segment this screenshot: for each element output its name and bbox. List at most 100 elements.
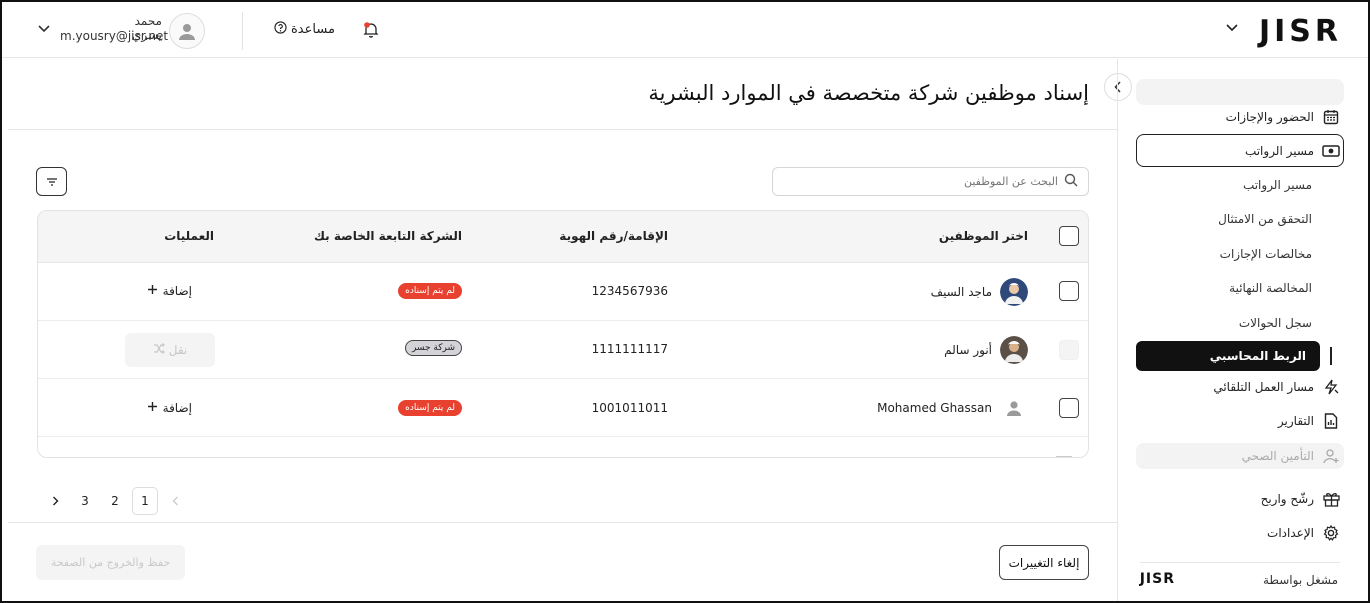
sidebar-item-automation[interactable]: مسار العمل التلقائي bbox=[1213, 371, 1340, 403]
sidebar-item-refer[interactable]: رشّح واربح bbox=[1261, 483, 1340, 515]
bell-icon[interactable] bbox=[362, 21, 380, 39]
employee-cell: Mohamed Ghassan bbox=[877, 394, 1028, 422]
sidebar: الحضور والإجازات مسير الرواتب مسير الروا… bbox=[1120, 59, 1368, 601]
employee-name: أنور سالم bbox=[944, 343, 992, 357]
employee-name: Mohamed Ghassan bbox=[877, 401, 992, 415]
page-1[interactable]: 1 bbox=[132, 487, 158, 515]
sidebar-item-payroll[interactable]: مسير الرواتب bbox=[1245, 135, 1340, 167]
employee-cell: أنور سالم bbox=[944, 336, 1028, 364]
filter-icon bbox=[46, 177, 57, 186]
add-label: إضافة bbox=[162, 401, 192, 415]
employee-id: 1111111117 bbox=[591, 342, 668, 356]
main-content: إسناد موظفين شركة متخصصة في الموارد البش… bbox=[8, 59, 1118, 601]
health-icon bbox=[1322, 447, 1340, 465]
employee-avatar-placeholder bbox=[1000, 394, 1028, 422]
row-checkbox[interactable] bbox=[1059, 398, 1079, 418]
row-checkbox-disabled bbox=[1059, 340, 1079, 360]
employee-avatar bbox=[1000, 336, 1028, 364]
header-employee: اختر الموظفين bbox=[938, 229, 1028, 243]
employee-id: 1234567936 bbox=[591, 284, 668, 298]
header-actions: العمليات bbox=[164, 229, 214, 243]
pagination: 3 2 1 bbox=[42, 487, 188, 515]
sub-item-compliance[interactable]: التحقق من الامتثال bbox=[1218, 212, 1312, 226]
page-3[interactable]: 3 bbox=[72, 487, 98, 515]
sidebar-item-label: الإعدادات bbox=[1267, 526, 1314, 540]
status-badge: لم يتم إسناده bbox=[398, 400, 462, 416]
sidebar-item-label: التقارير bbox=[1277, 414, 1314, 428]
next-page-button[interactable] bbox=[42, 487, 68, 515]
footer-divider bbox=[8, 522, 1118, 523]
filter-button[interactable] bbox=[36, 167, 67, 196]
chevron-right-icon bbox=[52, 496, 58, 506]
active-indicator bbox=[1330, 347, 1332, 365]
sub-item-accounting-link[interactable]: الربط المحاسبي bbox=[1136, 341, 1320, 371]
chevron-down-icon[interactable] bbox=[1226, 20, 1238, 36]
gear-icon bbox=[1322, 524, 1340, 542]
user-email: m.yousry@jisr.net bbox=[60, 29, 169, 43]
help-label: مساعدة bbox=[291, 22, 335, 37]
gift-icon bbox=[1322, 490, 1340, 508]
sidebar-item-label: الحضور والإجازات bbox=[1225, 110, 1314, 124]
money-icon bbox=[1322, 142, 1340, 160]
employee-cell: ماجد السيف bbox=[931, 278, 1028, 306]
report-icon bbox=[1322, 412, 1340, 430]
top-header: JISR مساعدة محمد يسري m.yousry@jisr.net bbox=[2, 2, 1368, 58]
cancel-changes-button[interactable]: إلغاء التغييرات bbox=[999, 545, 1089, 580]
chevron-down-icon[interactable] bbox=[38, 22, 50, 37]
add-button[interactable]: إضافة bbox=[147, 284, 192, 298]
plus-icon bbox=[147, 284, 158, 298]
sidebar-item-label: التأمين الصحي bbox=[1241, 449, 1314, 463]
save-and-exit-button: حفظ والخروج من الصفحة bbox=[36, 545, 185, 580]
chevron-left-icon bbox=[172, 496, 178, 506]
search-box[interactable] bbox=[772, 167, 1089, 196]
prev-page-button[interactable] bbox=[162, 487, 188, 515]
sub-item-payroll-run[interactable]: مسير الرواتب bbox=[1243, 178, 1312, 192]
table-row: Mohamed Ghassan 1001011011 لم يتم إسناده… bbox=[38, 379, 1088, 437]
sub-item-leave-settlements[interactable]: مخالصات الإجازات bbox=[1220, 247, 1312, 261]
powered-by-label: مشغل بواسطة bbox=[1262, 573, 1338, 587]
status-badge: لم يتم إسناده bbox=[398, 283, 462, 299]
next-row-stub bbox=[1056, 456, 1072, 457]
sub-item-final-settlement[interactable]: المخالصة النهائية bbox=[1229, 281, 1312, 295]
sub-item-transfers-log[interactable]: سجل الحوالات bbox=[1239, 316, 1312, 330]
search-input[interactable] bbox=[788, 175, 1058, 188]
automation-icon bbox=[1322, 378, 1340, 396]
page-title: إسناد موظفين شركة متخصصة في الموارد البش… bbox=[648, 81, 1089, 105]
add-button[interactable]: إضافة bbox=[147, 401, 192, 415]
search-icon bbox=[1064, 172, 1078, 191]
question-icon bbox=[274, 21, 287, 38]
page-2[interactable]: 2 bbox=[102, 487, 128, 515]
employee-avatar bbox=[1000, 278, 1028, 306]
table-row: ماجد السيف 1234567936 لم يتم إسناده إضاف… bbox=[38, 263, 1088, 321]
sidebar-item-settings[interactable]: الإعدادات bbox=[1267, 517, 1340, 549]
table-header: اختر الموظفين الإقامة/رقم الهوية الشركة … bbox=[38, 211, 1088, 263]
company-badge: شركة جسر bbox=[404, 340, 462, 356]
employee-name: ماجد السيف bbox=[930, 285, 992, 299]
header-id: الإقامة/رقم الهوية bbox=[559, 229, 668, 243]
user-avatar[interactable] bbox=[169, 13, 205, 49]
help-button[interactable]: مساعدة bbox=[274, 21, 335, 38]
shuffle-icon bbox=[153, 343, 165, 357]
move-button-disabled: نقل bbox=[125, 333, 215, 367]
sidebar-item-reports[interactable]: التقارير bbox=[1278, 405, 1340, 437]
calendar-icon bbox=[1322, 108, 1340, 126]
app-frame: JISR مساعدة محمد يسري m.yousry@jisr.net bbox=[0, 0, 1370, 603]
select-all-checkbox[interactable] bbox=[1059, 226, 1079, 246]
move-label: نقل bbox=[168, 343, 188, 357]
sidebar-item-label: رشّح واربح bbox=[1260, 492, 1314, 506]
table-row: أنور سالم 1111111117 شركة جسر نقل bbox=[38, 321, 1088, 379]
plus-icon bbox=[147, 401, 158, 415]
header-divider bbox=[242, 12, 243, 50]
employee-id: 1001011011 bbox=[591, 401, 668, 415]
sidebar-item-attendance[interactable]: الحضور والإجازات bbox=[1226, 101, 1340, 133]
title-divider bbox=[8, 129, 1118, 130]
sidebar-item-health-insurance: التأمين الصحي bbox=[1242, 440, 1340, 472]
sidebar-divider bbox=[1140, 562, 1340, 563]
sidebar-item-label: مسار العمل التلقائي bbox=[1213, 380, 1314, 394]
employees-table: اختر الموظفين الإقامة/رقم الهوية الشركة … bbox=[37, 210, 1089, 458]
jisr-logo[interactable]: JISR bbox=[1259, 14, 1342, 49]
header-company: الشركة التابعة الخاصة بك bbox=[314, 229, 462, 243]
add-label: إضافة bbox=[162, 284, 192, 298]
row-checkbox[interactable] bbox=[1059, 281, 1079, 301]
sidebar-item-label: مسير الرواتب bbox=[1244, 144, 1314, 158]
